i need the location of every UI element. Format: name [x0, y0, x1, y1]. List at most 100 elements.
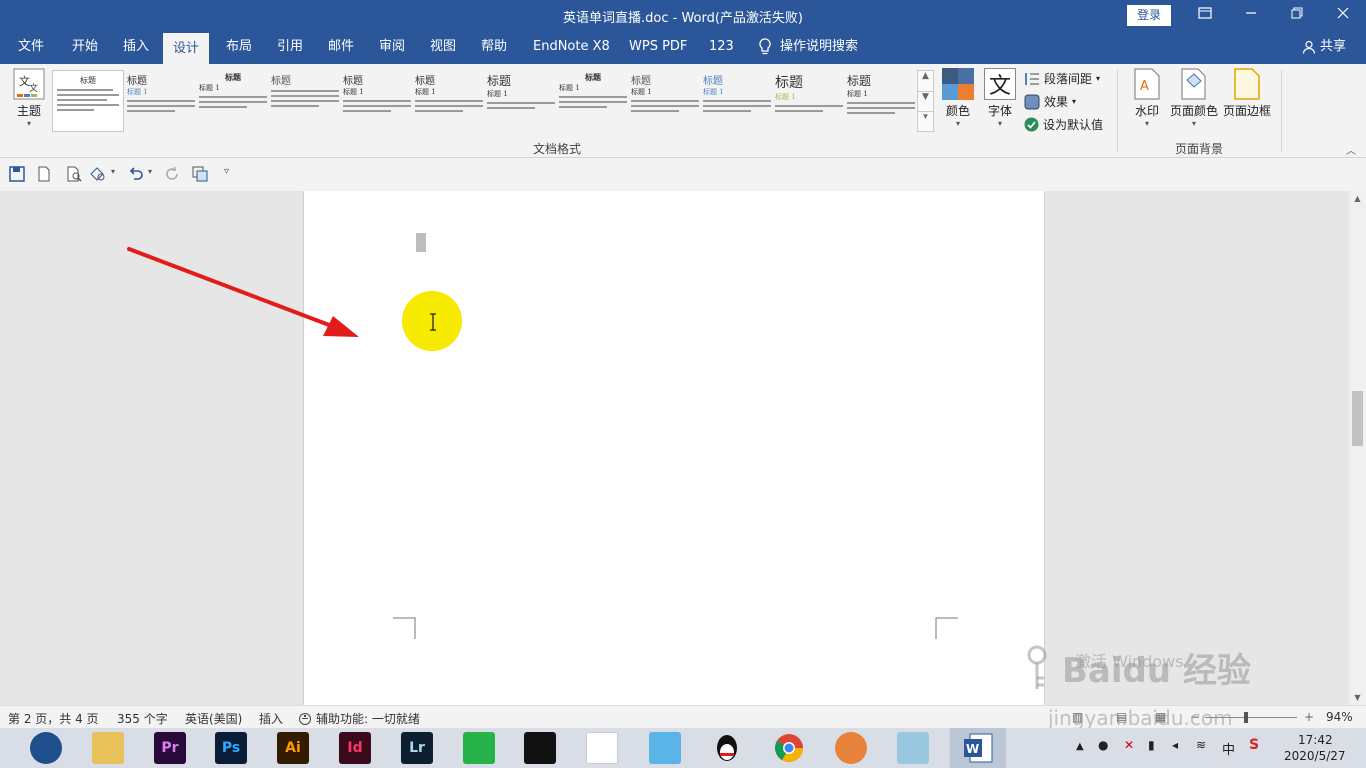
style-gallery-item[interactable]: 标题 标题 1 — [631, 72, 699, 130]
style-gallery-item[interactable]: 标题 标题 1 — [199, 72, 267, 130]
style-gallery-item[interactable]: 标题 标题 1 — [775, 72, 843, 130]
tab-view[interactable]: 视图 — [428, 30, 458, 64]
document-area: ▲ ▼ — [0, 191, 1366, 705]
lightroom-icon[interactable]: Lr — [401, 732, 433, 764]
accessibility-icon — [299, 712, 311, 725]
watermark-button[interactable]: A 水印 ▾ — [1128, 68, 1166, 128]
page-borders-button[interactable]: 页面边框 — [1221, 68, 1273, 119]
collapse-ribbon-icon[interactable]: ︿ — [1346, 142, 1356, 157]
paragraph-spacing-button[interactable]: 段落间距 ▾ — [1024, 70, 1100, 87]
fonts-button[interactable]: 文 字体 ▾ — [982, 68, 1018, 128]
tab-design[interactable]: 设计 — [163, 33, 210, 64]
clock-date[interactable]: 2020/5/27 — [1284, 749, 1346, 763]
zoom-level[interactable]: 94% — [1326, 710, 1353, 724]
tab-endnote[interactable]: EndNote X8 — [531, 30, 612, 64]
shapes-icon[interactable] — [90, 166, 106, 182]
customize-toolbar-icon[interactable]: ▿ — [224, 166, 229, 177]
word-taskbar-button[interactable]: W — [950, 728, 1006, 768]
tab-wps-pdf[interactable]: WPS PDF — [627, 30, 689, 64]
style-gallery-item[interactable]: 标题 — [271, 72, 339, 130]
tab-layout[interactable]: 布局 — [224, 30, 254, 64]
page-count[interactable]: 第 2 页，共 4 页 — [8, 710, 99, 727]
zoom-slider-thumb[interactable] — [1244, 712, 1248, 723]
chat-app-icon[interactable] — [649, 732, 681, 764]
zoom-in-icon[interactable]: + — [1304, 710, 1314, 724]
restore-icon[interactable] — [1274, 0, 1320, 30]
copy-icon[interactable] — [192, 166, 208, 182]
volume-icon[interactable]: ◂ — [1172, 738, 1178, 752]
chrome-icon[interactable] — [773, 732, 805, 764]
video-editor-icon[interactable] — [524, 732, 556, 764]
style-title: 标题 — [343, 76, 363, 87]
sogou-ime-icon[interactable]: S — [1249, 737, 1259, 753]
effects-button[interactable]: 效果 ▾ — [1024, 93, 1076, 110]
photoshop-icon[interactable]: Ps — [215, 732, 247, 764]
share-button[interactable]: 共享 — [1302, 30, 1346, 64]
word-count[interactable]: 355 个字 — [117, 710, 168, 727]
style-gallery-item[interactable]: 标题 标题 1 — [343, 72, 411, 130]
wifi-icon[interactable]: ≋ — [1196, 738, 1206, 752]
style-gallery-item[interactable]: 标题 标题 1 — [415, 72, 483, 130]
new-document-icon[interactable] — [36, 166, 52, 182]
browser-360-icon[interactable] — [30, 732, 62, 764]
tab-home[interactable]: 开始 — [70, 30, 100, 64]
tab-file[interactable]: 文件 — [16, 30, 46, 64]
print-preview-icon[interactable] — [66, 166, 82, 182]
indesign-icon[interactable]: Id — [339, 732, 371, 764]
gallery-more-icon[interactable]: ▾ — [918, 111, 933, 131]
style-gallery-item[interactable]: 标题 标题 1 — [487, 72, 555, 130]
dropdown-arrow-icon[interactable]: ▾ — [111, 167, 115, 176]
qq-icon[interactable] — [711, 732, 743, 764]
save-icon[interactable] — [9, 166, 25, 182]
scroll-down-icon[interactable]: ▼ — [1349, 693, 1366, 702]
tab-help[interactable]: 帮助 — [479, 30, 509, 64]
close-icon[interactable] — [1320, 0, 1366, 30]
vertical-scrollbar[interactable]: ▲ ▼ — [1349, 191, 1366, 705]
network-error-icon[interactable]: ✕ — [1124, 738, 1134, 752]
style-gallery-item[interactable]: 标题 — [52, 70, 124, 132]
tab-mailings[interactable]: 邮件 — [326, 30, 356, 64]
accessibility-status[interactable]: 辅助功能: 一切就绪 — [298, 710, 420, 727]
colors-button[interactable]: 颜色 ▾ — [940, 68, 976, 128]
insert-mode[interactable]: 插入 — [259, 710, 283, 727]
tell-me-search[interactable]: 操作说明搜索 — [756, 30, 860, 64]
undo-dropdown-icon[interactable]: ▾ — [148, 167, 152, 176]
scroll-down-icon[interactable]: ▼ — [918, 91, 933, 111]
scroll-up-icon[interactable]: ▲ — [1349, 194, 1366, 203]
illustrator-icon[interactable]: Ai — [277, 732, 309, 764]
style-gallery-item[interactable]: 标题 标题 1 — [127, 72, 195, 130]
gallery-scroll[interactable]: ▲ ▼ ▾ — [917, 70, 934, 132]
scroll-up-icon[interactable]: ▲ — [918, 71, 933, 91]
battery-icon[interactable]: ▮ — [1148, 738, 1155, 752]
notes-app-icon[interactable] — [897, 732, 929, 764]
style-title: 标题 — [415, 76, 435, 87]
colorful-app-icon[interactable] — [586, 732, 618, 764]
minimize-icon[interactable] — [1228, 0, 1274, 30]
login-button[interactable]: 登录 — [1127, 5, 1171, 26]
ime-indicator[interactable]: 中 — [1222, 739, 1235, 758]
redo-icon[interactable] — [163, 166, 179, 182]
green-app-icon[interactable] — [463, 732, 495, 764]
ribbon-display-icon[interactable] — [1182, 0, 1228, 30]
tab-insert[interactable]: 插入 — [121, 30, 151, 64]
orange-app-icon[interactable] — [835, 732, 867, 764]
style-gallery-item[interactable]: 标题 标题 1 — [559, 72, 627, 130]
premiere-pro-icon[interactable]: Pr — [154, 732, 186, 764]
tray-expand-icon[interactable]: ▲ — [1076, 741, 1084, 752]
document-page[interactable] — [303, 191, 1045, 705]
qq-tray-icon[interactable]: ● — [1098, 738, 1108, 752]
scrollbar-thumb[interactable] — [1352, 391, 1363, 446]
undo-icon[interactable] — [128, 166, 144, 182]
style-gallery-item[interactable]: 标题 标题 1 — [847, 72, 915, 130]
theme-button[interactable]: 文文 主题 ▾ — [10, 68, 48, 128]
page-color-button[interactable]: 页面颜色 ▾ — [1168, 68, 1220, 128]
tab-123[interactable]: 123 — [707, 30, 736, 64]
language-indicator[interactable]: 英语(美国) — [185, 710, 242, 727]
clock-time[interactable]: 17:42 — [1298, 733, 1333, 747]
tab-review[interactable]: 审阅 — [377, 30, 407, 64]
style-gallery-item[interactable]: 标题 标题 1 — [703, 72, 771, 130]
tab-references[interactable]: 引用 — [275, 30, 305, 64]
file-explorer-icon[interactable] — [92, 732, 124, 764]
fonts-icon: 文 — [984, 68, 1016, 100]
set-default-button[interactable]: 设为默认值 — [1024, 116, 1103, 133]
